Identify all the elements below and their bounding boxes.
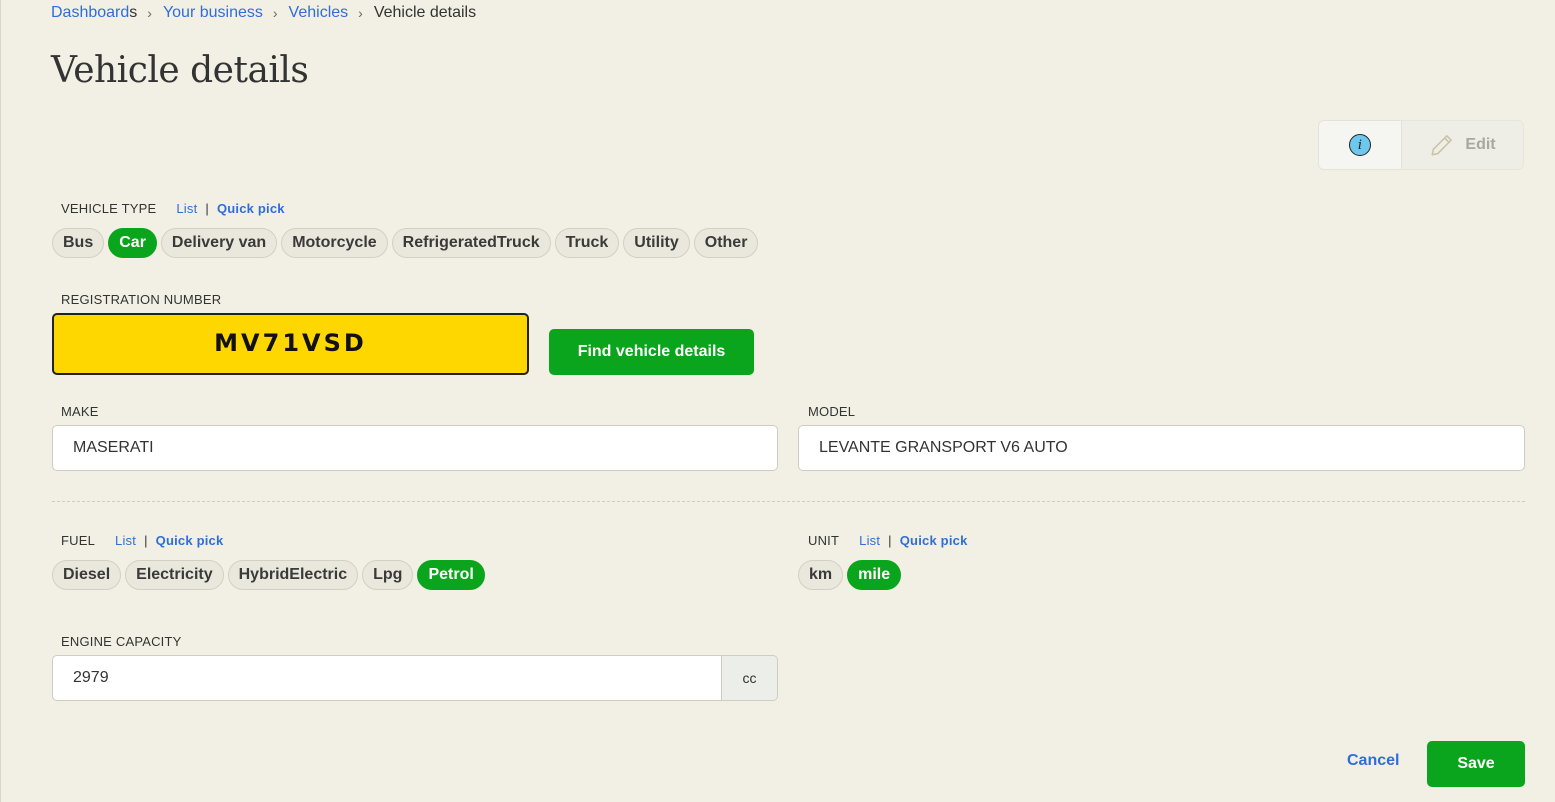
unit-label: UNIT (808, 533, 840, 548)
make-input[interactable]: MASERATI (52, 425, 778, 471)
unit-label-row: UNIT List | Quick pick (808, 533, 968, 548)
unit-chip-km[interactable]: km (798, 560, 844, 590)
info-icon: i (1349, 134, 1371, 156)
vehicle-type-list-link[interactable]: List (176, 201, 197, 216)
fuel-label-row: FUEL List | Quick pick (61, 533, 223, 548)
breadcrumb-dashboards-label: Dashboard (51, 4, 130, 21)
breadcrumb-dashboards[interactable]: Dashboards (51, 4, 137, 22)
fuel-list-link[interactable]: List (115, 533, 136, 548)
engine-capacity-unit: cc (722, 655, 778, 701)
fuel-mode-switch: List | Quick pick (115, 533, 223, 548)
vehicle-type-chips: Bus Car Delivery van Motorcycle Refriger… (52, 228, 759, 258)
mode-separator: | (144, 533, 148, 548)
vehicle-type-chip-car[interactable]: Car (108, 228, 157, 258)
mode-separator: | (205, 201, 209, 216)
vehicle-type-chip-other[interactable]: Other (693, 228, 759, 258)
vehicle-type-mode-switch: List | Quick pick (176, 201, 284, 216)
edit-button-label: Edit (1465, 136, 1496, 153)
unit-mode-switch: List | Quick pick (859, 533, 967, 548)
model-input[interactable]: LEVANTE GRANSPORT V6 AUTO (798, 425, 1525, 471)
engine-capacity-label: ENGINE CAPACITY (61, 634, 182, 649)
chevron-right-icon: › (358, 5, 363, 21)
unit-chip-mile[interactable]: mile (847, 560, 902, 590)
engine-capacity-input[interactable]: 2979 (52, 655, 722, 701)
pencil-icon (1431, 135, 1453, 156)
unit-chips: km mile (798, 560, 902, 590)
engine-capacity-group: 2979 cc (52, 655, 778, 701)
mode-separator: | (888, 533, 892, 548)
breadcrumb: Dashboards › Your business › Vehicles › … (51, 3, 476, 23)
registration-plate-input[interactable]: MV71VSD (52, 313, 529, 375)
vehicle-type-chip-utility[interactable]: Utility (623, 228, 690, 258)
section-divider (52, 501, 1525, 502)
vehicle-type-chip-motorcycle[interactable]: Motorcycle (281, 228, 388, 258)
vehicle-type-chip-bus[interactable]: Bus (52, 228, 105, 258)
vehicle-type-chip-refrigerated-truck[interactable]: RefrigeratedTruck (391, 228, 551, 258)
breadcrumb-vehicles[interactable]: Vehicles (289, 4, 349, 22)
save-button[interactable]: Save (1427, 741, 1525, 787)
make-label: MAKE (61, 404, 99, 419)
breadcrumb-dashboards-suffix: s (129, 4, 138, 21)
fuel-label: FUEL (61, 533, 96, 548)
chevron-right-icon: › (147, 5, 152, 21)
fuel-quick-pick-link[interactable]: Quick pick (156, 533, 224, 548)
fuel-chip-diesel[interactable]: Diesel (52, 560, 122, 590)
fuel-chips: Diesel Electricity HybridElectric Lpg Pe… (52, 560, 485, 590)
info-button[interactable]: i (1318, 120, 1402, 170)
unit-quick-pick-link[interactable]: Quick pick (900, 533, 968, 548)
header-actions: i Edit (1318, 120, 1524, 170)
vehicle-type-chip-delivery-van[interactable]: Delivery van (160, 228, 278, 258)
fuel-chip-electricity[interactable]: Electricity (125, 560, 224, 590)
fuel-chip-hybrid-electric[interactable]: HybridElectric (227, 560, 359, 590)
find-vehicle-details-button[interactable]: Find vehicle details (549, 329, 754, 375)
breadcrumb-current: Vehicle details (373, 4, 477, 21)
edit-button[interactable]: Edit (1402, 120, 1524, 170)
fuel-chip-lpg[interactable]: Lpg (362, 560, 414, 590)
vehicle-type-label: VEHICLE TYPE (61, 201, 157, 216)
cancel-button[interactable]: Cancel (1347, 752, 1399, 770)
registration-label: REGISTRATION NUMBER (61, 292, 222, 307)
chevron-right-icon: › (272, 5, 278, 21)
breadcrumb-your-business[interactable]: Your business (163, 4, 263, 22)
page-title: Vehicle details (51, 50, 309, 91)
fuel-chip-petrol[interactable]: Petrol (417, 560, 485, 590)
unit-list-link[interactable]: List (859, 533, 880, 548)
vehicle-type-label-row: VEHICLE TYPE List | Quick pick (61, 201, 285, 216)
vehicle-type-quick-pick-link[interactable]: Quick pick (217, 201, 285, 216)
vehicle-type-chip-truck[interactable]: Truck (554, 228, 620, 258)
model-label: MODEL (808, 404, 856, 419)
